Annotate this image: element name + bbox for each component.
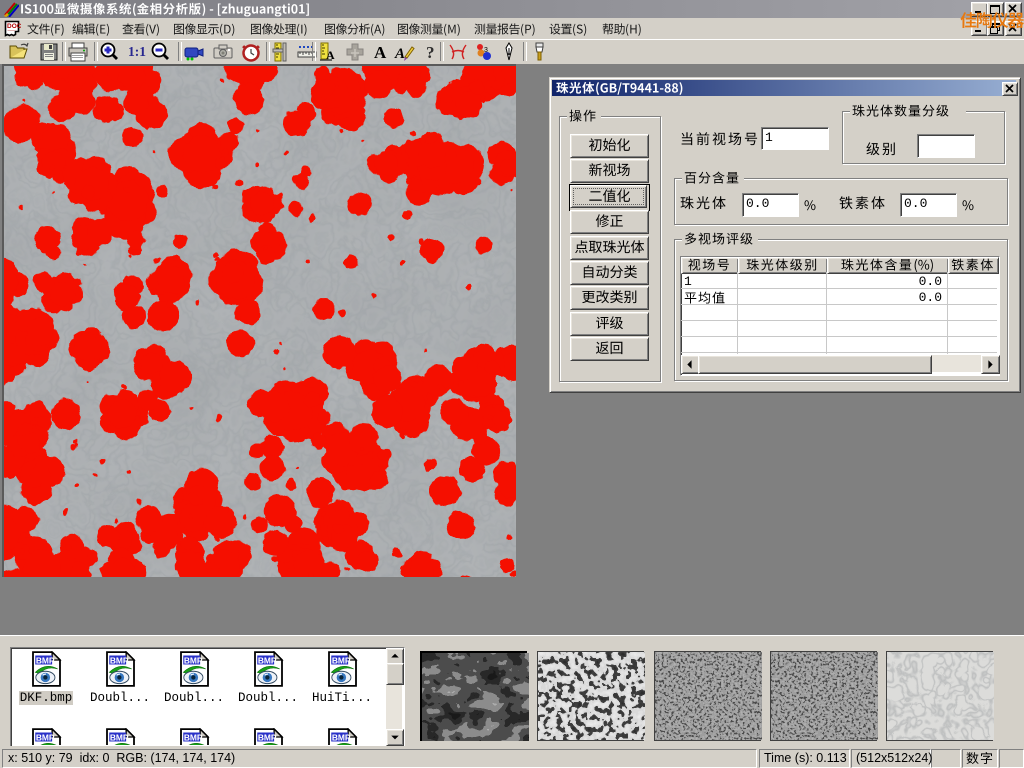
svg-text:BMP: BMP [36,655,55,665]
svg-text:?: ? [426,43,435,62]
svg-text:A: A [374,43,387,62]
svg-text:3: 3 [484,47,488,54]
svg-text:BMP: BMP [184,655,203,665]
svg-text:A: A [394,46,405,62]
svg-text:BMP: BMP [332,655,351,665]
svg-text:BMP: BMP [258,655,277,665]
svg-text:BMP: BMP [184,732,203,742]
svg-text:BMP: BMP [258,732,277,742]
svg-text:BMP: BMP [110,655,129,665]
svg-text:BMP: BMP [110,732,129,742]
svg-text:1:1: 1:1 [128,44,146,59]
svg-text:BMP: BMP [36,732,55,742]
svg-text:BMP: BMP [332,732,351,742]
